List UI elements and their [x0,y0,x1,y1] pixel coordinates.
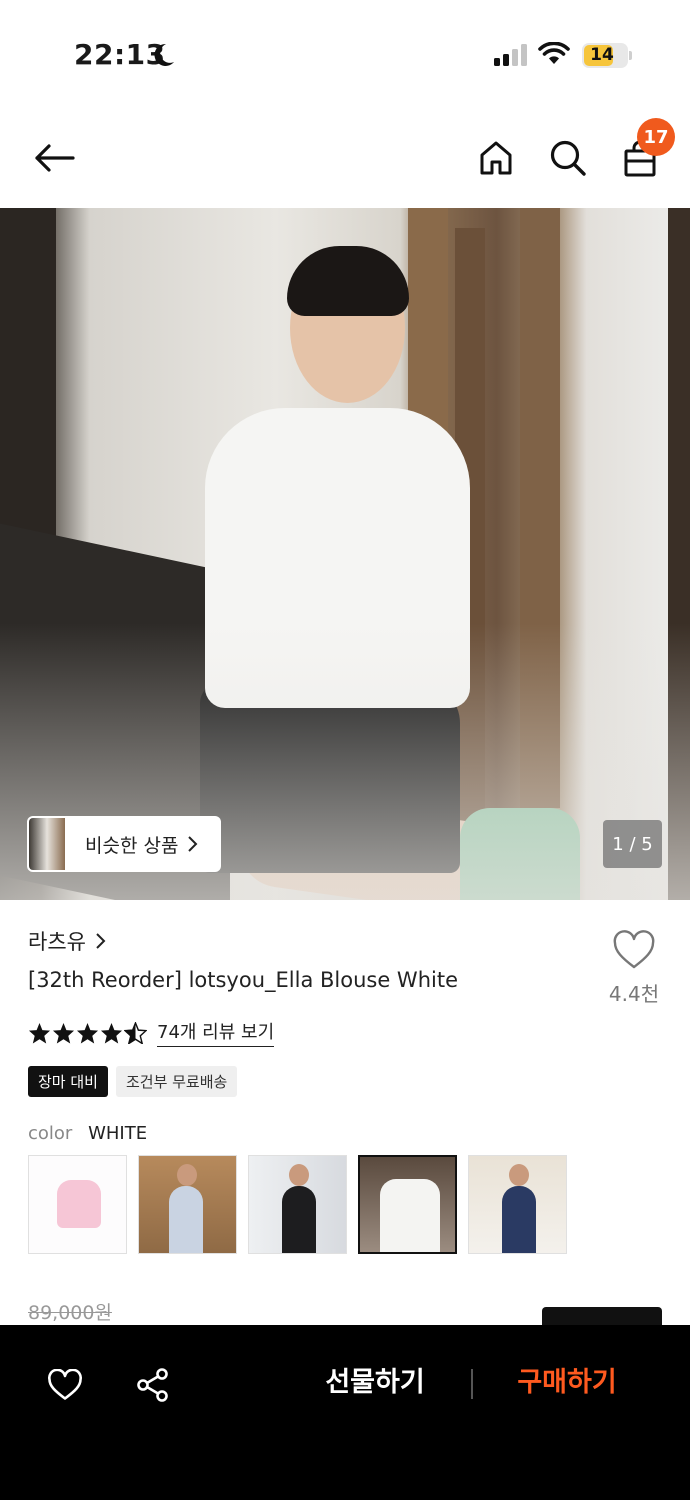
rating-row: 74개 리뷰 보기 [28,1018,275,1047]
rating-stars [28,1021,147,1044]
gift-button[interactable]: 선물하기 [300,1361,450,1405]
color-swatch-white[interactable] [358,1155,457,1254]
image-page-indicator: 1 / 5 [603,820,662,868]
home-button[interactable] [472,134,520,182]
tag-free-shipping: 조건부 무료배송 [115,1066,238,1097]
color-swatch-floral[interactable] [138,1155,237,1254]
similar-products-label: 비슷한 상품 [85,834,179,857]
wifi-icon [538,42,570,64]
buy-button[interactable]: 구매하기 [492,1361,642,1405]
search-icon [550,140,586,176]
back-button[interactable] [30,134,78,182]
color-swatches [28,1155,567,1254]
share-button[interactable] [133,1365,173,1405]
wishlist-button[interactable] [45,1365,85,1405]
divider [471,1369,473,1399]
like-button[interactable]: 4.4천 [596,930,672,1007]
cellular-signal-icon [494,44,527,66]
bottom-action-bar: 선물하기 구매하기 [0,1325,690,1500]
color-swatch-black[interactable] [248,1155,347,1254]
star-icon [28,1022,51,1044]
share-icon [137,1368,168,1402]
product-title: [32th Reorder] lotsyou_Ella Blouse White [28,968,458,992]
brand-link[interactable]: 라츠유 [28,926,106,956]
tag-rain-prep: 장마 대비 [28,1066,108,1097]
color-label: color [28,1123,73,1144]
moon-icon [154,43,174,66]
similar-product-thumbnail [29,818,65,870]
battery-level: 14 [590,45,614,65]
search-button[interactable] [544,134,592,182]
heart-outline-icon [48,1369,82,1400]
home-icon [480,141,512,175]
reviews-link[interactable]: 74개 리뷰 보기 [157,1018,275,1047]
star-icon [52,1022,75,1044]
star-icon [100,1022,123,1044]
brand-name: 라츠유 [28,930,86,954]
color-selection-label: color WHITE [28,1123,147,1144]
original-price: 89,000원 [28,1302,112,1324]
cart-count-badge: 17 [637,118,675,156]
back-arrow-icon [35,144,75,172]
chevron-right-icon [188,836,198,852]
top-nav [0,110,690,208]
star-icon [76,1022,99,1044]
color-value: WHITE [88,1123,148,1144]
chevron-right-icon [96,933,106,949]
product-image-carousel[interactable] [0,208,690,900]
battery-indicator: 14 [582,43,628,68]
half-star-icon [124,1021,147,1044]
heart-outline-icon [613,930,655,969]
like-count: 4.4천 [608,982,660,1006]
product-tags: 장마 대비 조건부 무료배송 [28,1066,238,1097]
similar-products-button[interactable]: 비슷한 상품 [27,816,221,872]
color-swatch-pink[interactable] [28,1155,127,1254]
status-bar: 22:13 14 [0,0,690,110]
color-swatch-navy[interactable] [468,1155,567,1254]
